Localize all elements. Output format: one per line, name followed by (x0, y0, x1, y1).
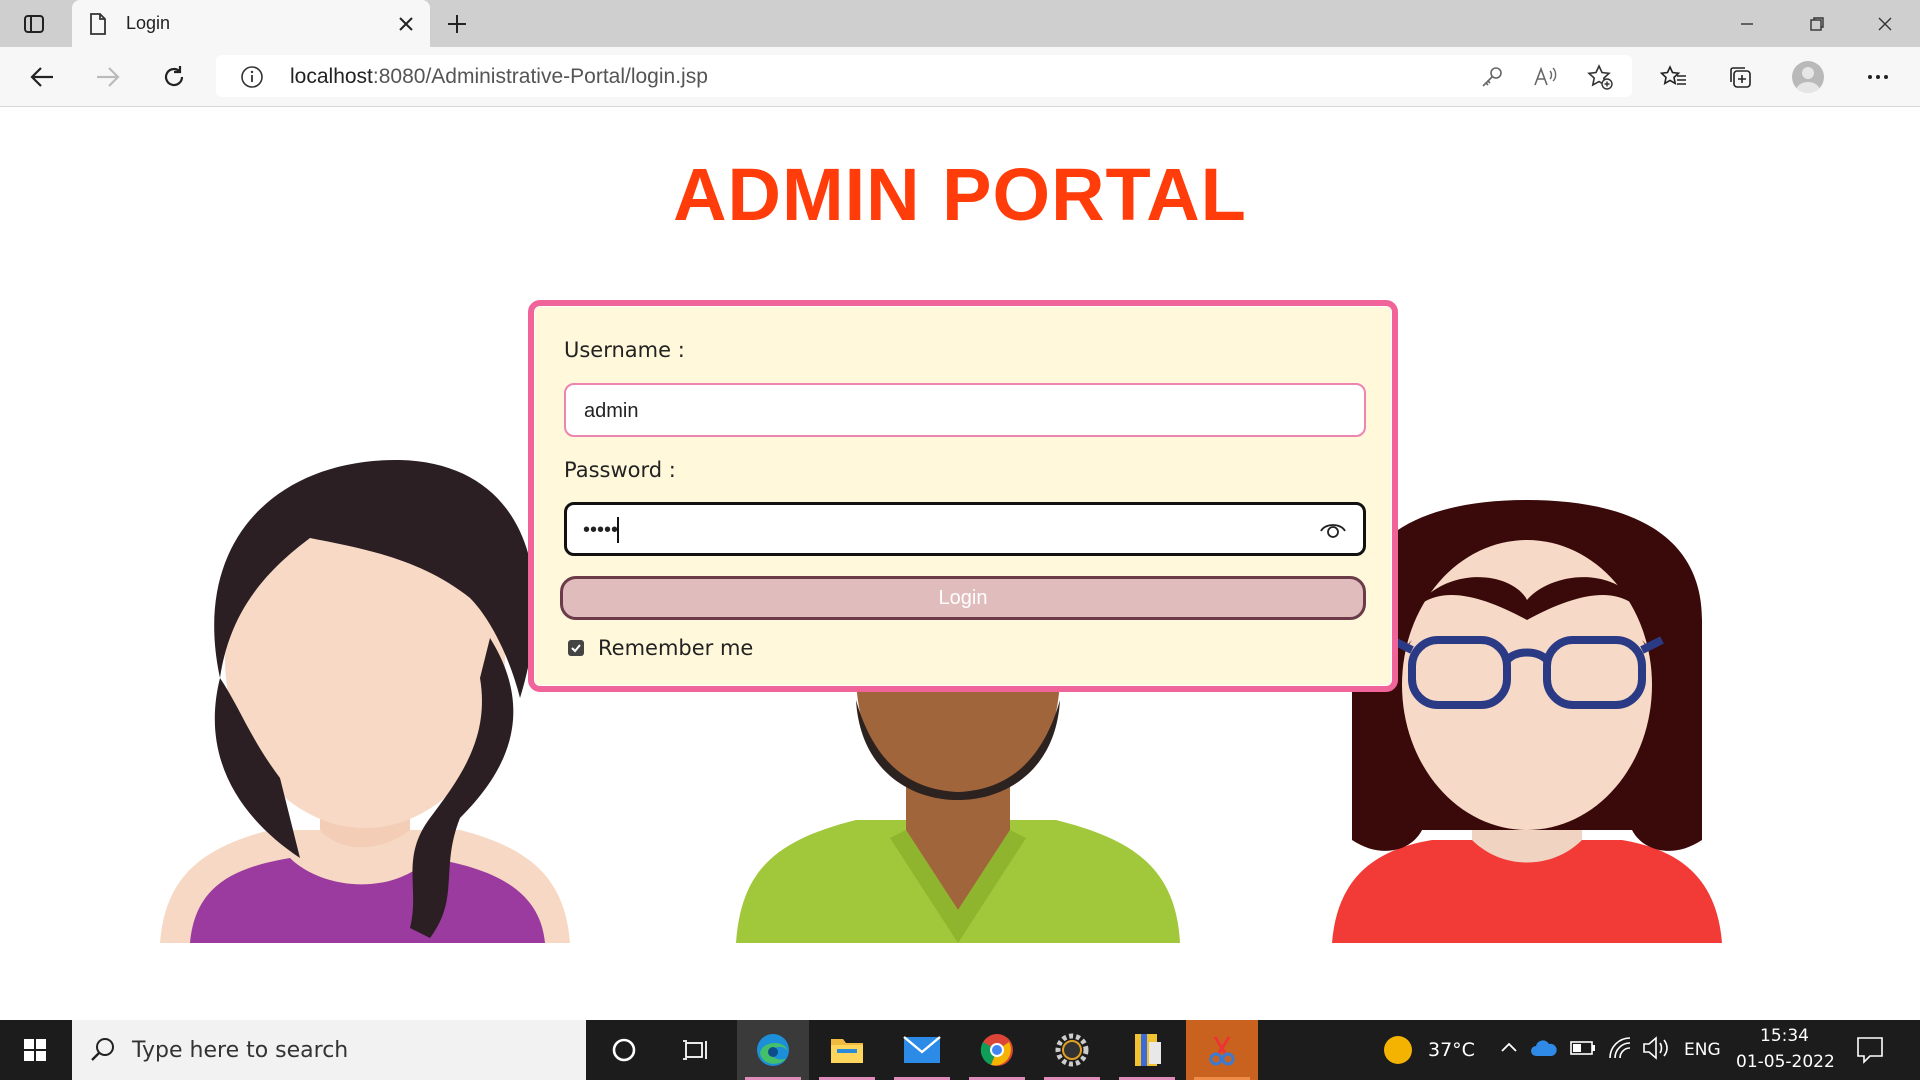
login-form: Username : Password : ••••• Login Rememb… (528, 300, 1398, 692)
temperature[interactable]: 37°C (1428, 1039, 1475, 1061)
key-icon[interactable] (1478, 63, 1506, 91)
clock-time[interactable]: 15:34 (1760, 1026, 1809, 1046)
refresh-icon[interactable] (156, 59, 192, 95)
woman-illustration-left (160, 459, 570, 943)
info-icon[interactable] (240, 65, 264, 89)
taskbar-search[interactable]: Type here to search (72, 1020, 586, 1080)
clock-date[interactable]: 01-05-2022 (1736, 1052, 1835, 1072)
chevron-up-icon[interactable] (1500, 1040, 1518, 1058)
wifi-icon[interactable] (1608, 1036, 1634, 1065)
minimize-icon[interactable] (1712, 0, 1782, 47)
username-input[interactable] (582, 399, 1286, 424)
chrome-icon[interactable] (961, 1020, 1033, 1080)
search-icon (90, 1036, 116, 1062)
taskbar: Type here to search 37°C ENG 15:34 01-05… (0, 1020, 1920, 1080)
close-window-icon[interactable] (1850, 0, 1920, 47)
weather-sun-icon[interactable] (1384, 1036, 1412, 1064)
settings-app-icon[interactable] (1036, 1020, 1108, 1080)
close-icon[interactable] (394, 12, 418, 36)
notification-icon[interactable] (1856, 1036, 1884, 1069)
search-placeholder: Type here to search (132, 1038, 349, 1063)
tab-actions-icon[interactable] (20, 10, 48, 38)
favorites-icon[interactable] (1656, 59, 1692, 95)
battery-icon[interactable] (1570, 1040, 1596, 1061)
browser-tab-strip: Login (0, 0, 1920, 48)
edge-icon[interactable] (737, 1020, 809, 1080)
onedrive-icon[interactable] (1530, 1038, 1558, 1063)
url-host: localhost (290, 65, 373, 88)
task-view-icon[interactable] (660, 1020, 732, 1080)
url-text[interactable]: localhost:8080/Administrative-Portal/log… (290, 65, 708, 89)
man-illustration-center (736, 680, 1180, 943)
snipping-tool-icon[interactable] (1186, 1020, 1258, 1080)
back-icon[interactable] (24, 59, 60, 95)
language-indicator[interactable]: ENG (1684, 1040, 1721, 1060)
profile-icon[interactable] (1790, 59, 1826, 95)
url-path: :8080/Administrative-Portal/login.jsp (372, 65, 708, 88)
username-field[interactable] (564, 383, 1366, 437)
username-label: Username : (564, 338, 685, 362)
remember-me[interactable]: Remember me (568, 636, 753, 660)
file-explorer-icon[interactable] (811, 1020, 883, 1080)
cortana-icon[interactable] (588, 1020, 660, 1080)
tab-title: Login (126, 13, 171, 33)
browser-toolbar: localhost:8080/Administrative-Portal/log… (0, 47, 1920, 107)
address-bar[interactable]: localhost:8080/Administrative-Portal/log… (216, 55, 1632, 97)
text-caret (617, 517, 619, 543)
remember-checkbox[interactable] (568, 640, 584, 656)
forward-icon[interactable] (90, 59, 126, 95)
collections-icon[interactable] (1722, 59, 1758, 95)
archive-app-icon[interactable] (1111, 1020, 1183, 1080)
password-field[interactable]: ••••• (564, 502, 1366, 556)
more-icon[interactable] (1860, 59, 1896, 95)
remember-label: Remember me (598, 636, 754, 660)
page-title: ADMIN PORTAL (673, 153, 1247, 236)
plus-icon[interactable] (442, 10, 472, 38)
checkmark-icon (571, 644, 581, 653)
password-label: Password : (564, 458, 676, 482)
windows-start-icon[interactable] (0, 1020, 70, 1080)
page-icon (88, 12, 110, 36)
mail-icon[interactable] (886, 1020, 958, 1080)
login-button[interactable]: Login (560, 576, 1366, 620)
eye-icon[interactable] (1319, 519, 1347, 541)
restore-icon[interactable] (1782, 0, 1852, 47)
volume-icon[interactable] (1642, 1036, 1670, 1065)
add-favorite-icon[interactable] (1586, 63, 1614, 91)
password-input[interactable]: ••••• (583, 519, 618, 542)
active-tab[interactable]: Login (72, 0, 430, 48)
read-aloud-icon[interactable] (1532, 63, 1560, 91)
